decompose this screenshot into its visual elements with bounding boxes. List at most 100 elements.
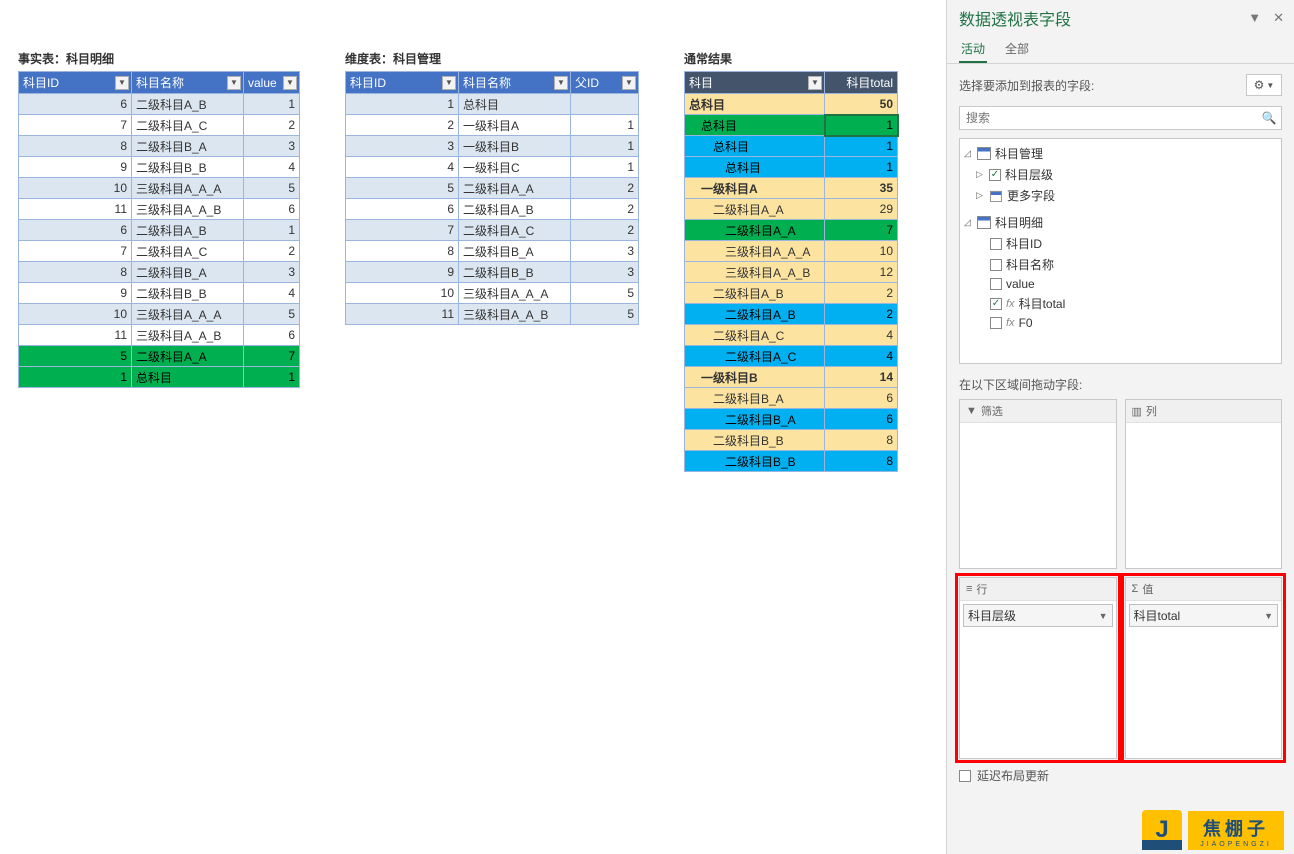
cell[interactable]: 三级科目A_A_B (132, 325, 244, 346)
cell[interactable]: 二级科目B_A (685, 409, 825, 430)
table-row[interactable]: 三级科目A_A_B12 (685, 262, 898, 283)
chevron-down-icon[interactable]: ▼ (1264, 611, 1273, 621)
table-row[interactable]: 二级科目A_B2 (685, 304, 898, 325)
cell[interactable]: 2 (571, 178, 639, 199)
field-item[interactable]: ▷科目层级 (962, 164, 1279, 185)
table-row[interactable]: 1总科目1 (19, 367, 300, 388)
expand-icon[interactable]: ▷ (976, 169, 985, 180)
table-row[interactable]: 三级科目A_A_A10 (685, 241, 898, 262)
cell[interactable]: 1 (571, 115, 639, 136)
expand-icon[interactable]: ▷ (976, 190, 985, 201)
cell[interactable]: 总科目 (459, 94, 571, 115)
field-table-header[interactable]: ◿科目管理 (962, 143, 1279, 164)
tab-active[interactable]: 活动 (959, 38, 987, 63)
field-more[interactable]: ▷更多字段 (962, 185, 1279, 206)
cell[interactable]: 3 (244, 262, 300, 283)
cell[interactable]: 5 (244, 178, 300, 199)
cell[interactable]: 6 (346, 199, 459, 220)
cell[interactable]: 5 (571, 304, 639, 325)
table-row[interactable]: 6二级科目A_B1 (19, 94, 300, 115)
cell[interactable]: 29 (825, 199, 898, 220)
cell[interactable]: 三级科目A_A_B (132, 199, 244, 220)
cell[interactable]: 三级科目A_A_A (685, 241, 825, 262)
table-row[interactable]: 2一级科目A1 (346, 115, 639, 136)
field-item[interactable]: fx科目total (962, 293, 1279, 314)
defer-checkbox[interactable] (959, 770, 971, 782)
table-row[interactable]: 10三级科目A_A_A5 (19, 178, 300, 199)
cell[interactable]: 6 (19, 220, 132, 241)
cell[interactable]: 9 (19, 283, 132, 304)
cell[interactable]: 二级科目A_A (459, 178, 571, 199)
cell[interactable]: 二级科目A_A (132, 346, 244, 367)
table-row[interactable]: 11三级科目A_A_B5 (346, 304, 639, 325)
field-list[interactable]: ◿科目管理 ▷科目层级 ▷更多字段 ◿科目明细 科目ID 科目名称 value … (959, 138, 1282, 364)
cell[interactable]: 2 (825, 283, 898, 304)
field-table-header[interactable]: ◿科目明细 (962, 212, 1279, 233)
cell[interactable]: 二级科目B_B (685, 451, 825, 472)
cell[interactable]: 1 (244, 94, 300, 115)
table-row[interactable]: 8二级科目B_A3 (346, 241, 639, 262)
cell[interactable]: 5 (571, 283, 639, 304)
table-row[interactable]: 一级科目B14 (685, 367, 898, 388)
cell[interactable]: 二级科目A_B (685, 283, 825, 304)
cell[interactable]: 二级科目B_A (132, 136, 244, 157)
cell[interactable]: 总科目 (685, 115, 825, 136)
cell[interactable]: 2 (571, 199, 639, 220)
cell[interactable]: 3 (571, 262, 639, 283)
filter-dropdown-icon[interactable]: ▼ (283, 76, 297, 90)
cell[interactable]: 二级科目A_B (132, 94, 244, 115)
pane-dropdown-icon[interactable]: ▼ (1248, 10, 1261, 26)
gear-button[interactable]: ⚙▼ (1246, 74, 1282, 96)
cell[interactable]: 4 (346, 157, 459, 178)
pane-close-icon[interactable]: ✕ (1273, 10, 1284, 26)
dim-table[interactable]: 科目ID▼ 科目名称▼ 父ID▼ 1总科目2一级科目A13一级科目B14一级科目… (345, 71, 639, 325)
col-header[interactable]: 科目ID▼ (19, 72, 132, 94)
cell[interactable]: 二级科目A_A (685, 199, 825, 220)
cell[interactable]: 二级科目B_B (132, 157, 244, 178)
chevron-down-icon[interactable]: ▼ (1099, 611, 1108, 621)
cell[interactable]: 三级科目A_A_A (132, 178, 244, 199)
cell[interactable]: 6 (244, 325, 300, 346)
cell[interactable]: 50 (825, 94, 898, 115)
filter-dropdown-icon[interactable]: ▼ (115, 76, 129, 90)
cell[interactable]: 4 (825, 325, 898, 346)
cell[interactable]: 10 (346, 283, 459, 304)
cell[interactable]: 8 (19, 262, 132, 283)
table-row[interactable]: 6二级科目A_B2 (346, 199, 639, 220)
col-header[interactable]: value▼ (244, 72, 300, 94)
checkbox-checked[interactable] (989, 169, 1001, 181)
cell[interactable]: 5 (244, 304, 300, 325)
table-row[interactable]: 二级科目A_A7 (685, 220, 898, 241)
cell[interactable]: 1 (571, 136, 639, 157)
table-row[interactable]: 1总科目 (346, 94, 639, 115)
field-item[interactable]: 科目ID (962, 233, 1279, 254)
table-row[interactable]: 二级科目A_B2 (685, 283, 898, 304)
table-row[interactable]: 7二级科目A_C2 (19, 241, 300, 262)
cell[interactable]: 7 (244, 346, 300, 367)
cell[interactable]: 6 (244, 199, 300, 220)
table-row[interactable]: 10三级科目A_A_A5 (346, 283, 639, 304)
cell[interactable]: 一级科目A (459, 115, 571, 136)
field-item[interactable]: value (962, 275, 1279, 293)
search-box[interactable]: 🔍 (959, 106, 1282, 130)
filter-dropdown-icon[interactable]: ▼ (808, 76, 822, 90)
area-columns[interactable]: ▥列 (1125, 399, 1283, 569)
col-header[interactable]: 科目▼ (685, 72, 825, 94)
cell[interactable]: 7 (19, 115, 132, 136)
cell[interactable]: 11 (19, 325, 132, 346)
table-row[interactable]: 7二级科目A_C2 (19, 115, 300, 136)
cell[interactable]: 6 (825, 388, 898, 409)
cell[interactable]: 三级科目A_A_B (459, 304, 571, 325)
cell[interactable]: 二级科目B_B (459, 262, 571, 283)
cell[interactable]: 10 (825, 241, 898, 262)
cell[interactable]: 总科目 (685, 157, 825, 178)
table-row[interactable]: 总科目1 (685, 115, 898, 136)
cell[interactable]: 8 (825, 430, 898, 451)
collapse-icon[interactable]: ◿ (964, 148, 973, 159)
cell[interactable]: 12 (825, 262, 898, 283)
table-row[interactable]: 8二级科目B_A3 (19, 136, 300, 157)
filter-dropdown-icon[interactable]: ▼ (554, 76, 568, 90)
table-row[interactable]: 8二级科目B_A3 (19, 262, 300, 283)
cell[interactable]: 11 (19, 199, 132, 220)
table-row[interactable]: 7二级科目A_C2 (346, 220, 639, 241)
